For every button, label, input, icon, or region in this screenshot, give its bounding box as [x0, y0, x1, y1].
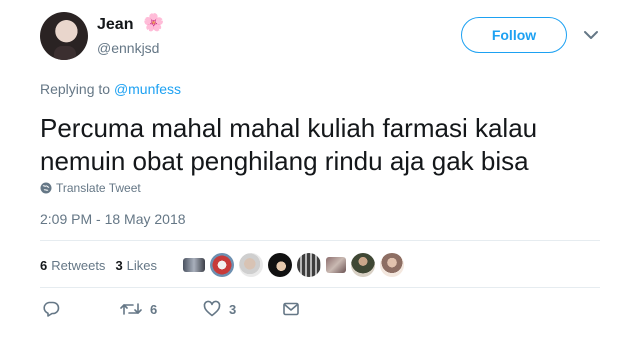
- user-name[interactable]: Jean: [97, 16, 133, 34]
- liker-avatar[interactable]: [183, 258, 205, 272]
- retweet-icon: [120, 303, 142, 315]
- likes-count[interactable]: 3: [115, 258, 122, 273]
- tweet-line-2: nemuin obat penghilang rindu aja gak bis…: [40, 146, 529, 176]
- heart-icon: [203, 300, 221, 317]
- divider-bottom: [40, 287, 600, 288]
- liker-avatar[interactable]: [268, 253, 292, 277]
- reply-button[interactable]: [42, 300, 68, 318]
- liker-avatar[interactable]: [351, 253, 375, 277]
- liker-avatar[interactable]: [210, 253, 234, 277]
- retweet-count: 6: [150, 301, 158, 317]
- liker-avatar[interactable]: [326, 257, 346, 273]
- avatar[interactable]: [40, 12, 88, 60]
- like-button[interactable]: 3: [203, 300, 236, 318]
- retweets-count[interactable]: 6: [40, 258, 47, 273]
- replying-to-label: Replying to: [40, 81, 111, 97]
- flower-emoji: 🌸: [143, 13, 165, 32]
- comment-icon: [43, 301, 60, 317]
- tweet-text: Percuma mahal mahal kuliah farmasi kalau…: [40, 112, 600, 178]
- translate-label: Translate Tweet: [56, 181, 141, 195]
- follow-button[interactable]: Follow: [461, 17, 567, 53]
- envelope-icon: [283, 302, 299, 316]
- tweet-line-1: Percuma mahal mahal kuliah farmasi kalau: [40, 113, 538, 143]
- like-count: 3: [229, 301, 237, 317]
- liker-avatar[interactable]: [380, 253, 404, 277]
- mention-link[interactable]: @munfess: [114, 81, 181, 97]
- divider-top: [40, 240, 600, 241]
- chevron-down-icon[interactable]: [583, 29, 599, 41]
- tweet-timestamp[interactable]: 2:09 PM - 18 May 2018: [40, 211, 186, 227]
- retweet-button[interactable]: 6: [120, 300, 157, 318]
- translate-tweet-link[interactable]: Translate Tweet: [40, 181, 141, 195]
- globe-icon: [40, 182, 52, 194]
- user-handle[interactable]: @ennkjsd: [97, 40, 159, 56]
- replying-to: Replying to @munfess: [40, 81, 181, 97]
- liker-avatar[interactable]: [239, 253, 263, 277]
- tweet-actions: 6 3: [40, 300, 340, 324]
- retweets-label[interactable]: Retweets: [51, 258, 105, 273]
- tweet-stats: 6 Retweets 3 Likes: [40, 258, 157, 273]
- liker-avatar[interactable]: [297, 253, 321, 277]
- likes-label[interactable]: Likes: [127, 258, 157, 273]
- liker-avatars: [183, 253, 409, 279]
- direct-message-button[interactable]: [282, 300, 308, 318]
